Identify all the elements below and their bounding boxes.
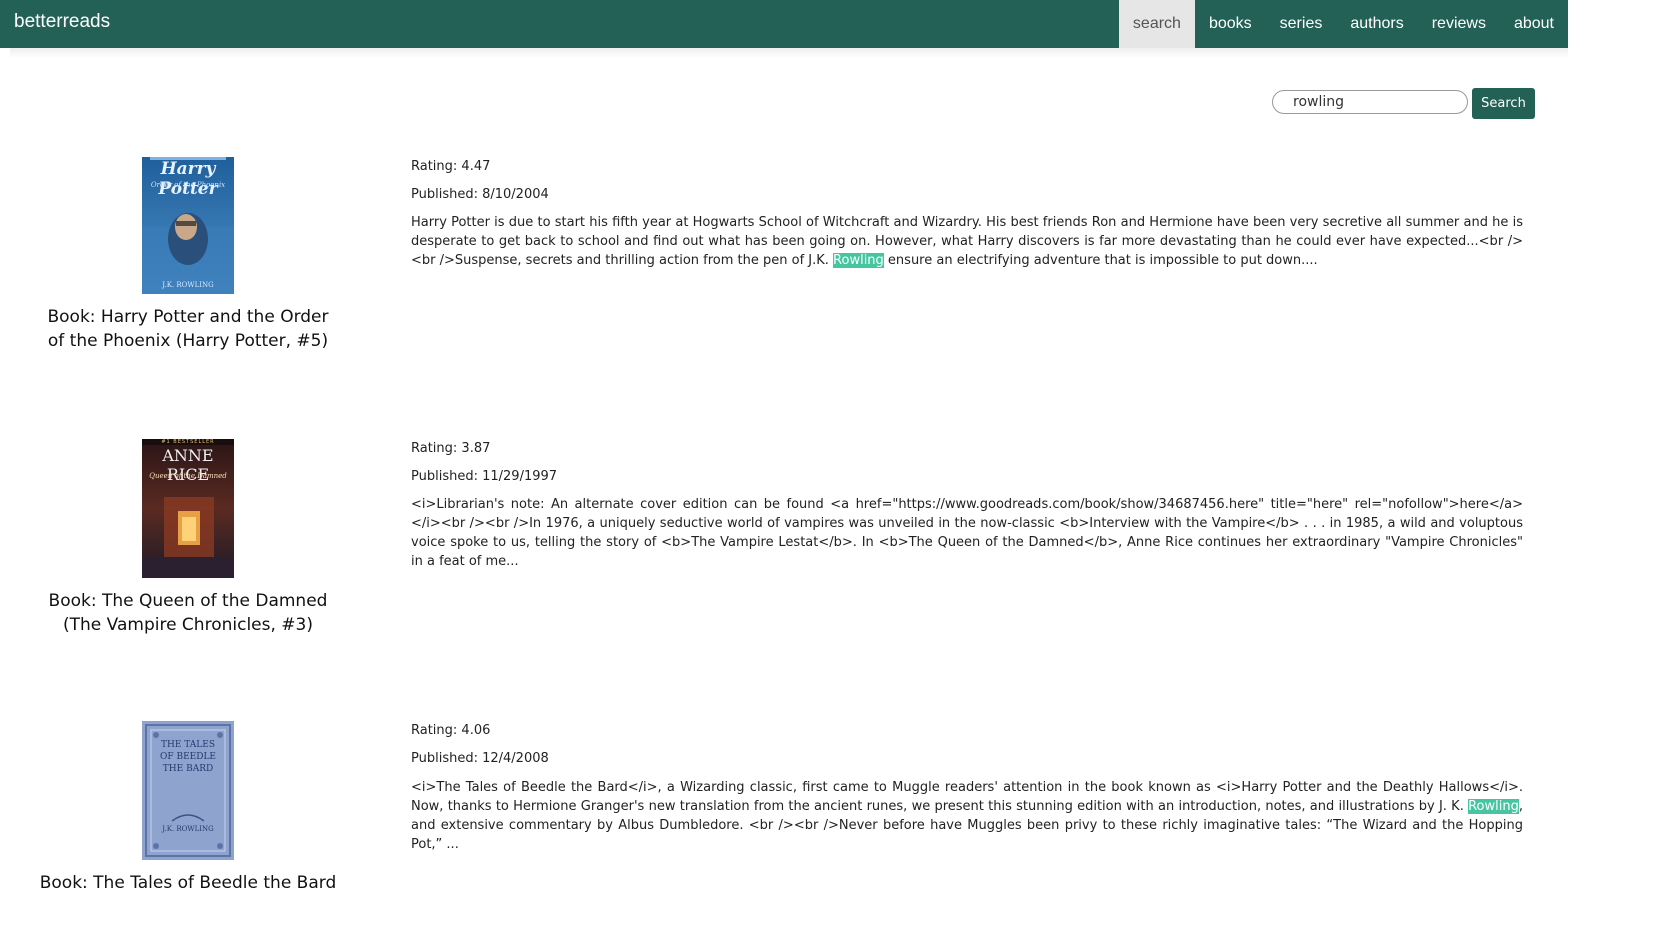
description-text-end: ensure an electrifying adventure that is… <box>883 253 1318 268</box>
book-title[interactable]: Book: The Tales of Beedle the Bard <box>38 871 338 895</box>
book-published: Published: 12/4/2008 <box>411 751 549 766</box>
book-rating: Rating: 4.06 <box>411 723 491 738</box>
search-highlight: Rowling <box>1468 799 1519 814</box>
book-rating: Rating: 3.87 <box>411 441 491 456</box>
search-input[interactable] <box>1272 90 1468 114</box>
book-rating: Rating: 4.47 <box>411 159 491 174</box>
book-title[interactable]: Book: The Queen of the Damned (The Vampi… <box>38 589 338 637</box>
navbar-shadow <box>10 48 1568 58</box>
description-text: <i>Librarian's note: An alternate cover … <box>411 497 1523 569</box>
search-highlight: Rowling <box>833 253 884 268</box>
book-title[interactable]: Book: Harry Potter and the Order of the … <box>38 305 338 353</box>
book-description: <i>Librarian's note: An alternate cover … <box>411 495 1523 571</box>
book-description: Harry Potter is due to start his fifth y… <box>411 213 1523 270</box>
nav-search[interactable]: search <box>1118 0 1195 48</box>
nav-books[interactable]: books <box>1195 0 1266 48</box>
cover-author-text: J.K. ROWLING <box>162 281 214 289</box>
cover-title-text: Harry Potter <box>158 159 218 199</box>
cover-title-text: Queen of the Damned <box>149 472 227 480</box>
book-cover[interactable]: #1 BESTSELLER ANNE RICE Queen of the Dam… <box>142 439 234 578</box>
nav-series[interactable]: series <box>1266 0 1337 48</box>
search-button[interactable]: Search <box>1472 88 1535 119</box>
brand-logo[interactable]: betterreads <box>14 11 110 33</box>
book-cover[interactable]: THE TALES OF BEEDLE THE BARD J.K. ROWLIN… <box>142 721 234 860</box>
nav-reviews[interactable]: reviews <box>1418 0 1500 48</box>
nav-authors[interactable]: authors <box>1336 0 1417 48</box>
cover-badge-text: #1 BESTSELLER <box>161 439 215 445</box>
description-text: <i>The Tales of Beedle the Bard</i>, a W… <box>411 780 1523 814</box>
top-navbar: betterreads search books series authors … <box>0 0 1568 48</box>
book-cover[interactable]: Harry Potter Order of the Phoenix J.K. R… <box>142 157 234 294</box>
cover-title-text: THE TALES OF BEEDLE THE BARD <box>160 740 216 774</box>
nav-menu: search books series authors reviews abou… <box>1118 0 1568 48</box>
book-published: Published: 8/10/2004 <box>411 187 549 202</box>
book-published: Published: 11/29/1997 <box>411 469 558 484</box>
cover-subtitle-text: Order of the Phoenix <box>150 181 226 189</box>
cover-author-text: J.K. ROWLING <box>162 825 214 833</box>
book-description: <i>The Tales of Beedle the Bard</i>, a W… <box>411 778 1523 854</box>
nav-about[interactable]: about <box>1500 0 1568 48</box>
